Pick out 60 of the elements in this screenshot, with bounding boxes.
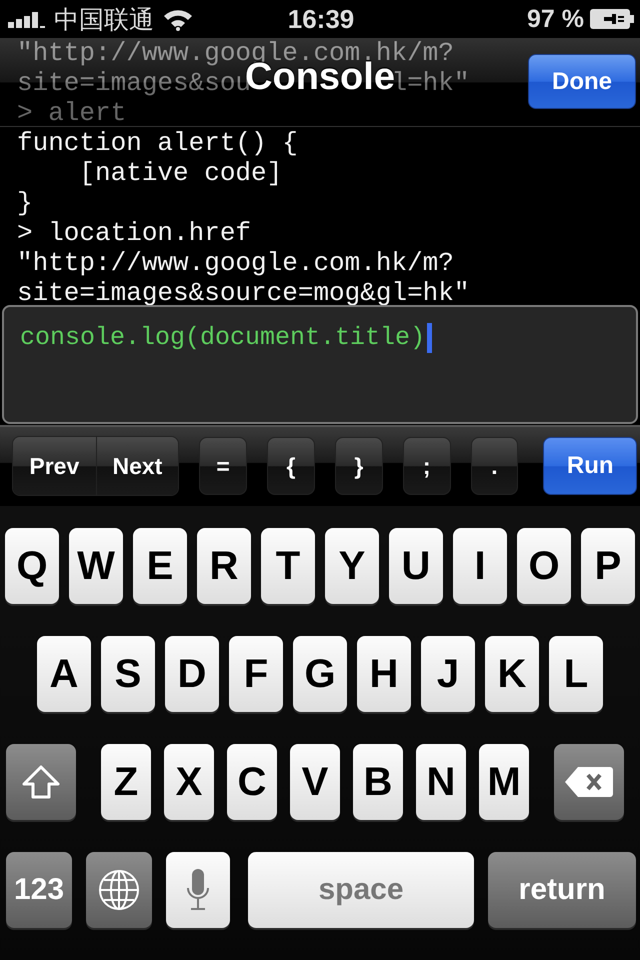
clock-time: 16:39: [288, 4, 354, 35]
space-key[interactable]: space: [248, 852, 474, 928]
letter-key[interactable]: O: [517, 528, 571, 604]
shift-key[interactable]: [6, 744, 76, 820]
symbol-key[interactable]: .: [470, 437, 518, 496]
letter-key[interactable]: L: [549, 636, 603, 712]
letter-key[interactable]: F: [229, 636, 283, 712]
numbers-key[interactable]: 123: [6, 852, 72, 928]
log-line: > alert: [17, 98, 126, 128]
symbol-key[interactable]: ;: [402, 437, 451, 496]
globe-key[interactable]: [86, 852, 152, 928]
log-line: "http://www.google.com.hk/m?: [17, 248, 454, 278]
symbol-key[interactable]: }: [334, 437, 383, 496]
letter-key[interactable]: V: [290, 744, 340, 820]
letter-key[interactable]: C: [227, 744, 277, 820]
battery-icon: [590, 9, 634, 30]
letter-key[interactable]: H: [357, 636, 411, 712]
microphone-key[interactable]: [166, 852, 230, 928]
toolbar-button[interactable]: Next: [96, 437, 178, 496]
letter-key[interactable]: W: [69, 528, 123, 604]
letter-key[interactable]: G: [293, 636, 347, 712]
letter-key[interactable]: X: [164, 744, 214, 820]
text-cursor: [427, 323, 432, 354]
return-key[interactable]: return: [488, 852, 636, 928]
letter-key[interactable]: J: [421, 636, 475, 712]
run-button[interactable]: Run: [543, 437, 638, 496]
log-line: function alert() {: [17, 128, 298, 158]
letter-key[interactable]: B: [353, 744, 403, 820]
letter-key[interactable]: M: [479, 744, 529, 820]
delete-key[interactable]: [554, 744, 624, 820]
toolbar-button[interactable]: Prev: [13, 437, 96, 496]
symbol-key[interactable]: {: [267, 437, 315, 496]
done-button[interactable]: Done: [528, 54, 636, 110]
carrier-name: 中国联通: [54, 4, 154, 36]
letter-key[interactable]: P: [581, 528, 635, 604]
code-input-field[interactable]: console.log(document.title): [2, 305, 638, 424]
letter-key[interactable]: Y: [325, 528, 379, 604]
letter-key[interactable]: S: [101, 636, 155, 712]
backspace-icon: [564, 765, 614, 799]
letter-key[interactable]: D: [165, 636, 219, 712]
battery-percent: 97 %: [527, 4, 584, 34]
letter-key[interactable]: K: [485, 636, 539, 712]
symbol-key[interactable]: =: [199, 437, 248, 496]
microphone-icon: [185, 868, 211, 912]
up-arrow-icon: [21, 764, 61, 800]
letter-key[interactable]: Z: [101, 744, 151, 820]
letter-key[interactable]: U: [389, 528, 443, 604]
letter-key[interactable]: N: [416, 744, 466, 820]
log-line: > location.href: [17, 218, 252, 248]
letter-key[interactable]: I: [453, 528, 507, 604]
globe-icon: [97, 868, 141, 912]
log-line: }: [17, 188, 33, 218]
log-line: site=images&source=mog&gl=hk": [17, 278, 470, 306]
letter-key[interactable]: A: [37, 636, 91, 712]
letter-key[interactable]: R: [197, 528, 251, 604]
letter-key[interactable]: T: [261, 528, 315, 604]
letter-key[interactable]: E: [133, 528, 187, 604]
letter-key[interactable]: Q: [5, 528, 59, 604]
log-line: [native code]: [78, 158, 282, 188]
signal-icon: [8, 10, 46, 28]
